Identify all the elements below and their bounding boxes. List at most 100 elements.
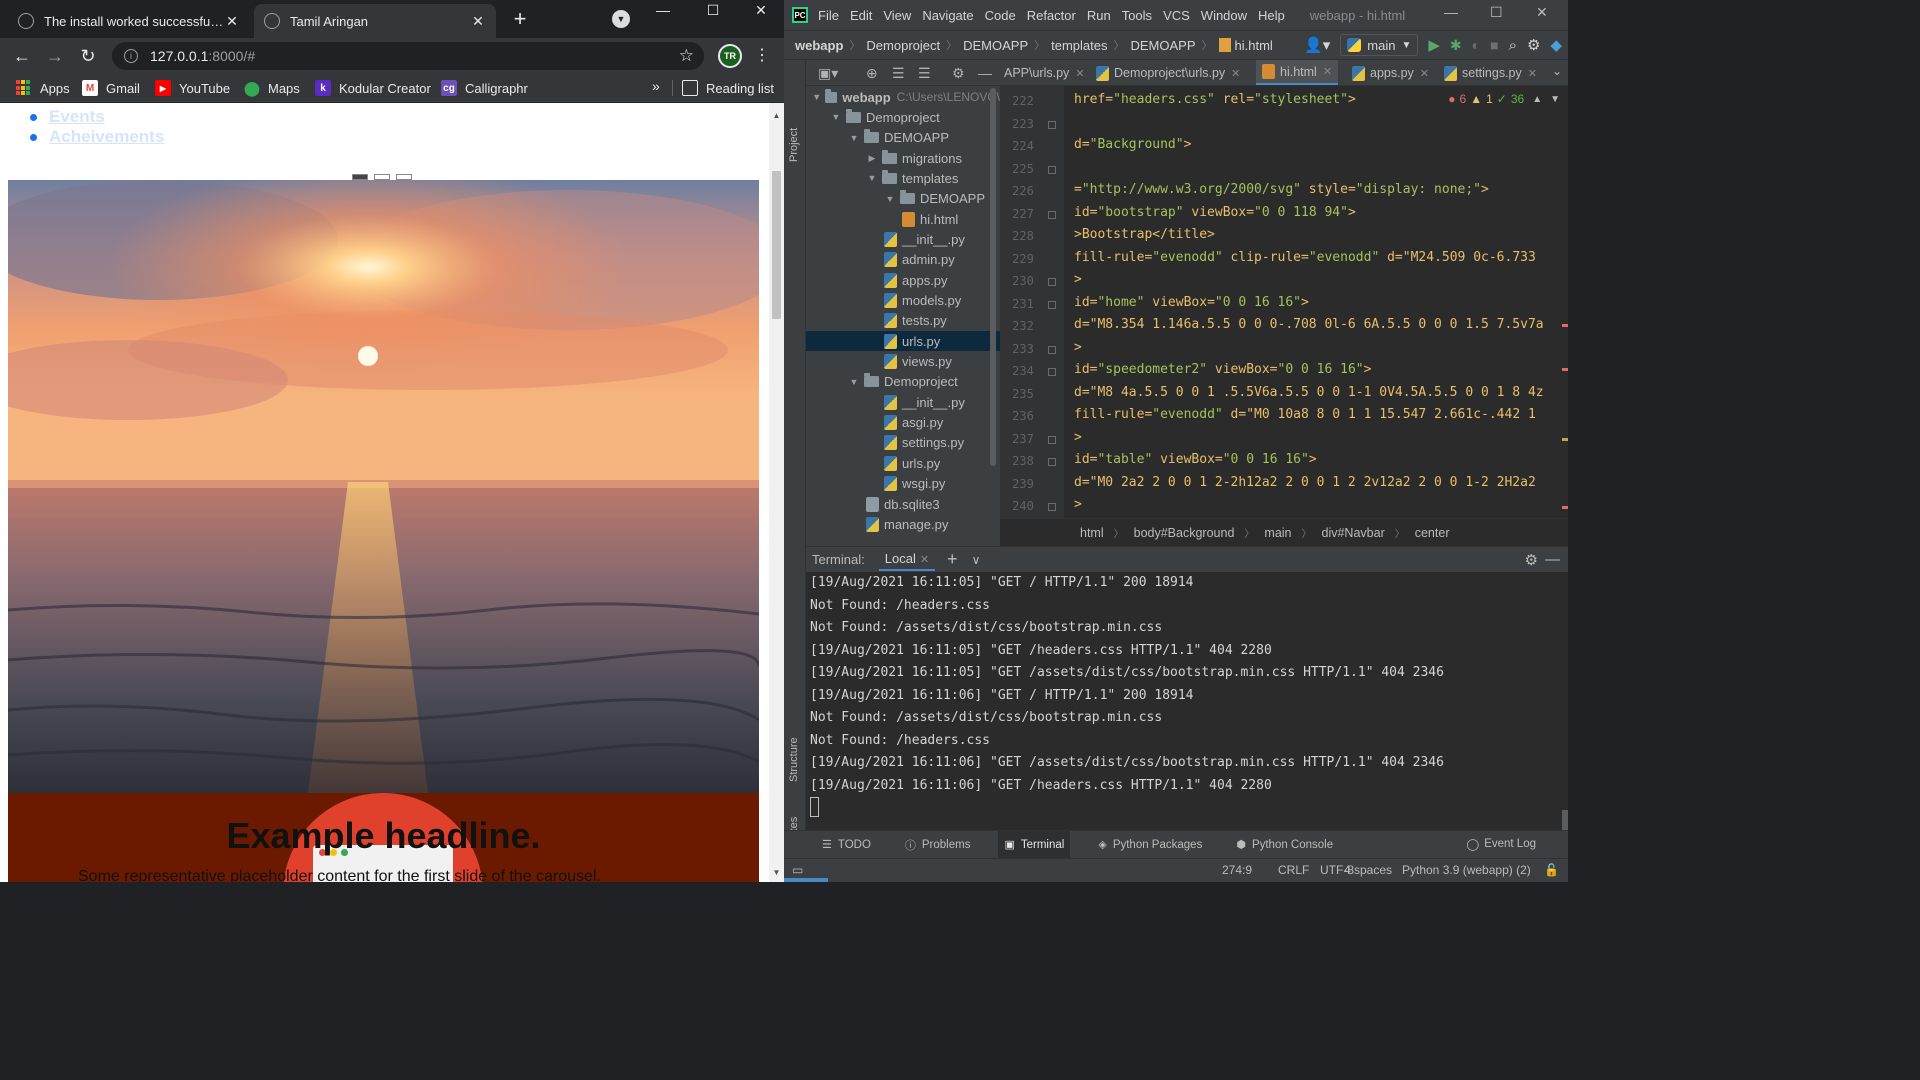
- more-bookmarks-button[interactable]: »: [652, 78, 660, 94]
- back-icon[interactable]: ←: [10, 44, 34, 68]
- event-log-button[interactable]: ◯ Event Log: [1466, 837, 1536, 851]
- terminal-scrollbar[interactable]: [1562, 810, 1568, 830]
- editor-tab-hi-html[interactable]: hi.html ✕: [1256, 60, 1339, 85]
- crumb-webapp[interactable]: webapp: [795, 38, 843, 53]
- crumb-demoproject[interactable]: Demoproject: [866, 38, 940, 53]
- stop-icon[interactable]: ■: [1490, 37, 1498, 53]
- search-icon[interactable]: ⌕: [1509, 37, 1517, 54]
- code-line[interactable]: id="bootstrap" viewBox="0 0 118 94">: [1074, 205, 1356, 220]
- scrollbar-thumb[interactable]: [772, 171, 781, 319]
- editor-tab-demoproject-urls[interactable]: Demoproject\urls.py ✕: [1096, 60, 1240, 85]
- tree-item[interactable]: manage.py: [806, 514, 1000, 534]
- address-bar[interactable]: i 127.0.0.1:8000/# ☆: [112, 42, 704, 70]
- chevron-down-icon[interactable]: ∨: [972, 553, 981, 567]
- menu-file[interactable]: File: [818, 8, 839, 23]
- debug-bug-icon[interactable]: ✱: [1450, 37, 1462, 54]
- url-text[interactable]: 127.0.0.1:8000/#: [150, 48, 255, 64]
- tool-python-packages[interactable]: ◈ Python Packages: [1092, 831, 1208, 859]
- ide-maximize-icon[interactable]: ☐: [1490, 4, 1503, 21]
- panel-gear-icon[interactable]: ⚙: [952, 65, 965, 82]
- menu-view[interactable]: View: [883, 8, 911, 23]
- tree-item[interactable]: ▼ webapp C:\Users\LENOVO\: [806, 87, 1000, 107]
- editor-tab-apps[interactable]: apps.py ✕: [1352, 60, 1429, 85]
- tree-item[interactable]: urls.py: [806, 331, 1000, 352]
- tool-todo[interactable]: ☰ TODO: [816, 831, 877, 859]
- tool-python-console[interactable]: ⬢ Python Console: [1230, 831, 1339, 859]
- code-crumb-html[interactable]: html: [1080, 526, 1104, 540]
- code-line[interactable]: >Bootstrap</title>: [1074, 227, 1215, 242]
- code-line[interactable]: >: [1074, 430, 1082, 445]
- code-line[interactable]: id="table" viewBox="0 0 16 16">: [1074, 452, 1317, 467]
- run-config-selector[interactable]: main ▼: [1340, 34, 1419, 56]
- prev-highlight-icon[interactable]: ▲: [1532, 94, 1542, 105]
- menu-help[interactable]: Help: [1258, 8, 1285, 23]
- run-icon[interactable]: ▶: [1428, 36, 1440, 54]
- code-line[interactable]: d="M0 2a2 2 0 0 1 2-2h12a2 2 0 0 1 2 2v1…: [1074, 475, 1536, 490]
- tree-scrollbar[interactable]: [990, 88, 996, 466]
- chevron-down-icon[interactable]: ▼: [812, 92, 821, 102]
- forward-icon[interactable]: →: [43, 44, 67, 68]
- fold-marker-icon[interactable]: [1048, 368, 1056, 376]
- next-highlight-icon[interactable]: ▼: [1550, 94, 1560, 105]
- settings-gear-icon[interactable]: ⚙: [1527, 36, 1540, 54]
- tree-item[interactable]: models.py: [806, 291, 1000, 311]
- nav-link-achievements[interactable]: Acheivements: [30, 127, 164, 147]
- bookmark-apps[interactable]: Apps: [16, 78, 70, 98]
- tree-item[interactable]: db.sqlite3: [806, 494, 1000, 514]
- toolbox-icon[interactable]: ◆: [1550, 36, 1562, 54]
- line-separator[interactable]: CRLF: [1278, 863, 1309, 877]
- close-icon[interactable]: ✕: [1323, 65, 1332, 78]
- caret-position[interactable]: 274:9: [1222, 863, 1252, 877]
- bookmark-star-icon[interactable]: ☆: [679, 46, 694, 66]
- bookmark-gmail[interactable]: M Gmail: [82, 78, 140, 98]
- tool-problems[interactable]: ⓘ Problems: [899, 831, 977, 859]
- tree-item[interactable]: ▼ templates: [806, 168, 1000, 188]
- fold-marker-icon[interactable]: [1048, 458, 1056, 466]
- bookmark-maps[interactable]: ⬤ Maps: [244, 78, 300, 98]
- nav-link-events[interactable]: Events: [30, 107, 164, 127]
- structure-tool-button[interactable]: Structure: [788, 737, 800, 782]
- locate-icon[interactable]: ⊕: [866, 65, 878, 82]
- error-stripe-mark[interactable]: [1562, 506, 1568, 509]
- scroll-down-icon[interactable]: ▼: [769, 868, 784, 877]
- tree-item[interactable]: __init__.py: [806, 229, 1000, 249]
- crumb-demoapp-templates[interactable]: DEMOAPP: [1131, 38, 1196, 53]
- tab-install-success[interactable]: The install worked successfully! C ✕: [8, 4, 250, 38]
- reading-list-button[interactable]: Reading list: [682, 78, 774, 98]
- tree-item[interactable]: wsgi.py: [806, 474, 1000, 494]
- coverage-icon[interactable]: ◐: [1472, 37, 1480, 53]
- close-icon[interactable]: ✕: [1420, 67, 1429, 80]
- code-crumb-navbar[interactable]: div#Navbar: [1322, 526, 1385, 540]
- ide-minimize-icon[interactable]: —: [1444, 4, 1458, 20]
- tree-item[interactable]: tests.py: [806, 311, 1000, 331]
- tree-item[interactable]: ▶ migrations: [806, 148, 1000, 168]
- fold-marker-icon[interactable]: [1048, 165, 1056, 174]
- tool-terminal[interactable]: ▣ Terminal: [998, 830, 1071, 859]
- hide-panel-icon[interactable]: —: [978, 65, 992, 81]
- code-line[interactable]: ="http://www.w3.org/2000/svg" style="dis…: [1074, 182, 1489, 197]
- fold-marker-icon[interactable]: [1048, 210, 1056, 219]
- code-crumb-main[interactable]: main: [1264, 526, 1291, 540]
- bookmark-kodular[interactable]: k Kodular Creator: [315, 78, 431, 98]
- tab-tamil-aringan[interactable]: Tamil Aringan ✕: [254, 4, 496, 38]
- menu-vcs[interactable]: VCS: [1163, 8, 1190, 23]
- menu-refactor[interactable]: Refactor: [1027, 8, 1076, 23]
- chevron-down-icon[interactable]: ▼: [848, 377, 860, 387]
- terminal-gear-icon[interactable]: ⚙: [1525, 551, 1538, 569]
- tree-item[interactable]: ▼ Demoproject: [806, 107, 1000, 127]
- fold-marker-icon[interactable]: [1048, 120, 1056, 129]
- close-icon[interactable]: ✕: [1075, 67, 1084, 80]
- scroll-up-icon[interactable]: ▲: [769, 111, 784, 120]
- tree-item[interactable]: views.py: [806, 352, 1000, 372]
- project-tool-button[interactable]: Project: [788, 128, 800, 162]
- python-interpreter[interactable]: Python 3.9 (webapp) (2): [1402, 863, 1531, 877]
- code-line[interactable]: d="Background">: [1074, 137, 1191, 152]
- menu-edit[interactable]: Edit: [850, 8, 872, 23]
- fold-marker-icon[interactable]: [1048, 503, 1056, 511]
- chevron-down-icon[interactable]: ▼: [848, 133, 860, 143]
- close-icon[interactable]: ✕: [1231, 67, 1240, 80]
- fold-marker-icon[interactable]: [1048, 345, 1056, 354]
- tree-item[interactable]: asgi.py: [806, 413, 1000, 433]
- profile-avatar[interactable]: TR: [718, 44, 742, 68]
- chevron-down-icon[interactable]: ⌄: [1552, 64, 1562, 78]
